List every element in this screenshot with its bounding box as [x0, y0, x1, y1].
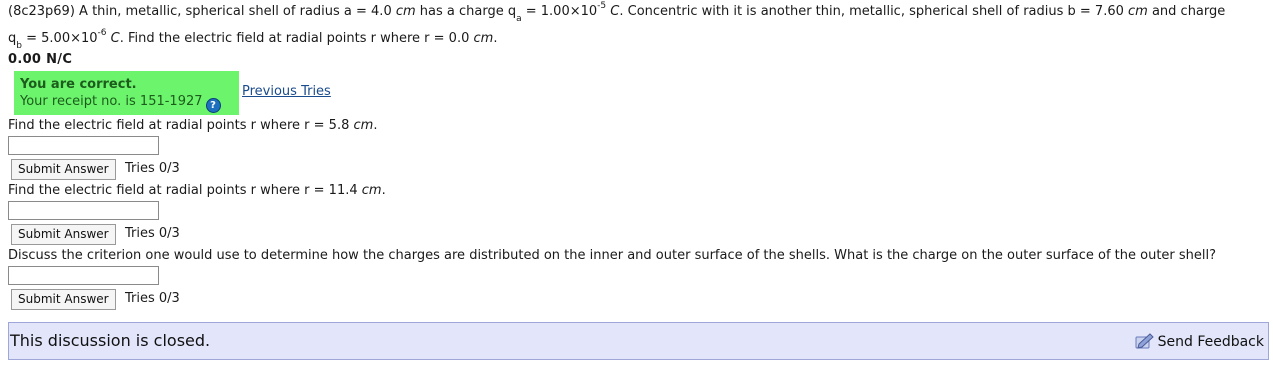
discussion-closed-text: This discussion is closed. — [10, 331, 211, 350]
problem-text-d: . Concentric with it is another thin, me… — [619, 4, 1129, 19]
tries-counter-4: Tries 0/3 — [125, 291, 180, 306]
question-text: Find the electric field at radial points… — [8, 118, 354, 133]
question-3-text: Find the electric field at radial points… — [8, 183, 386, 198]
exponent-b: -6 — [97, 27, 107, 38]
answer-input-3[interactable] — [8, 201, 159, 220]
question-end: . — [381, 183, 386, 198]
submit-answer-button-4[interactable]: Submit Answer — [11, 289, 116, 310]
submit-answer-button-3[interactable]: Submit Answer — [11, 224, 116, 245]
problem-text-a: A thin, metallic, spherical shell of rad… — [74, 4, 396, 19]
unit-cm: cm — [1128, 4, 1148, 19]
previous-tries-link[interactable]: Previous Tries — [242, 84, 331, 99]
question-end: . — [373, 118, 378, 133]
problem-text-g: . Find the electric field at radial poin… — [119, 31, 474, 46]
answer-input-2[interactable] — [8, 136, 159, 155]
send-feedback-link[interactable]: Send Feedback — [1134, 332, 1264, 350]
problem-text-f: = 5.00×10 — [21, 31, 98, 46]
problem-text-b: has a charge q — [415, 4, 517, 19]
answer-input-4[interactable] — [8, 266, 159, 285]
exponent-a: -5 — [597, 0, 607, 11]
pencil-note-icon — [1135, 333, 1154, 349]
unit-coulomb: C — [110, 31, 120, 46]
unit-cm: cm — [473, 31, 494, 46]
unit-cm: cm — [361, 183, 382, 198]
discussion-closed-bar: This discussion is closed. Send Feedback — [8, 322, 1269, 360]
unit-cm: cm — [395, 4, 416, 19]
problem-text-line-1: (8c23p69) A thin, metallic, spherical sh… — [8, 0, 1226, 23]
unit-coulomb: C — [610, 4, 620, 19]
tries-counter-2: Tries 0/3 — [125, 161, 180, 176]
question-4-text: Discuss the criterion one would use to d… — [8, 248, 1216, 263]
problem-id: (8c23p69) — [8, 4, 75, 19]
correct-status-box: You are correct. Your receipt no. is 151… — [14, 71, 239, 115]
problem-text-c: = 1.00×10 — [521, 4, 598, 19]
question-2-text: Find the electric field at radial points… — [8, 118, 377, 133]
receipt-line: Your receipt no. is 151-1927? — [20, 93, 239, 113]
unit-cm: cm — [353, 118, 374, 133]
tries-counter-3: Tries 0/3 — [125, 226, 180, 241]
submit-answer-button-2[interactable]: Submit Answer — [11, 159, 116, 180]
receipt-text: Your receipt no. is 151-1927 — [20, 94, 203, 109]
submitted-answer: 0.00 N/C — [8, 52, 73, 67]
problem-text-e: and charge — [1147, 4, 1226, 19]
correct-title: You are correct. — [20, 77, 137, 92]
help-icon[interactable]: ? — [205, 98, 221, 113]
problem-text-line-2: qb = 5.00×10-6 C. Find the electric fiel… — [8, 27, 498, 50]
question-text: Discuss the criterion one would use to d… — [8, 248, 1217, 263]
problem-text-end: . — [493, 31, 498, 46]
subscript-a: a — [516, 13, 522, 24]
problem-page: (8c23p69) A thin, metallic, spherical sh… — [0, 0, 1273, 380]
subscript-b: b — [16, 40, 22, 51]
question-text: Find the electric field at radial points… — [8, 183, 362, 198]
send-feedback-label[interactable]: Send Feedback — [1158, 334, 1264, 350]
